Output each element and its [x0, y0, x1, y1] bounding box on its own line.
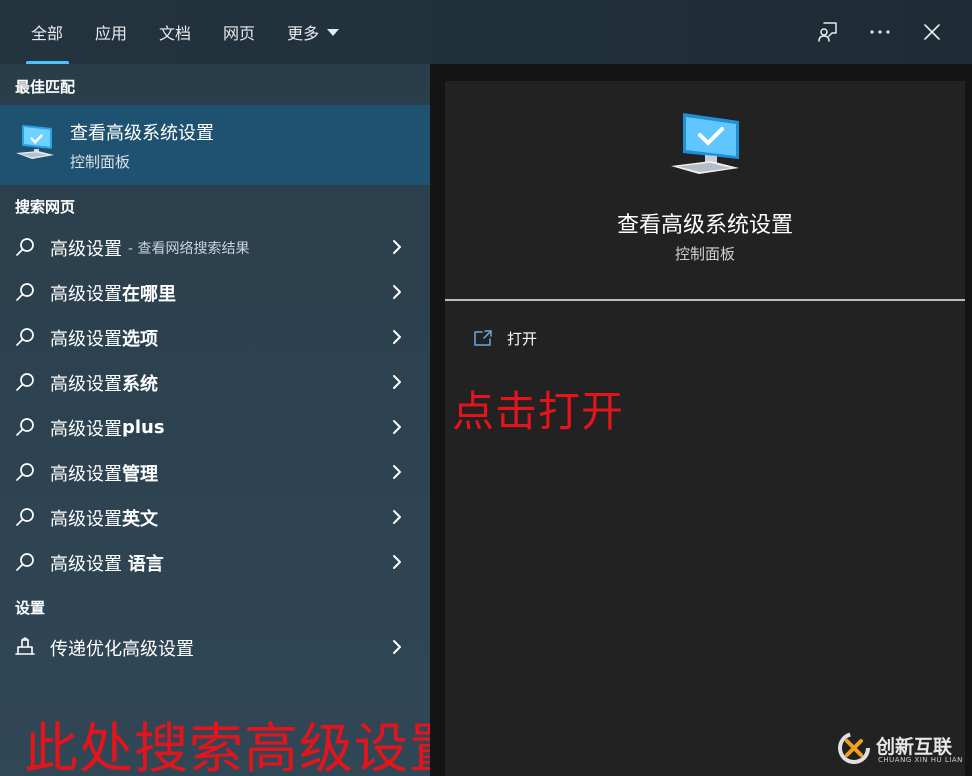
- chevron-right-icon: [393, 240, 401, 254]
- best-match-heading: 最佳匹配: [15, 78, 76, 96]
- feedback-button[interactable]: [802, 10, 854, 54]
- chevron-right-icon: [393, 375, 401, 389]
- control-panel-computer-icon: [14, 121, 56, 165]
- preview-title: 查看高级系统设置: [616, 213, 793, 238]
- result-suffix: 管理: [122, 463, 158, 485]
- web-result-row[interactable]: 高级设置 管理: [0, 450, 430, 495]
- web-search-heading: 搜索网页: [15, 198, 76, 216]
- tab-label: 文档: [159, 24, 192, 43]
- preview-actions: 打开: [445, 301, 965, 776]
- more-options-button[interactable]: [854, 10, 906, 54]
- ellipsis-icon: [870, 30, 890, 34]
- web-result-text: 高级设置 plus: [50, 405, 165, 450]
- result-query: 高级设置: [50, 238, 122, 260]
- watermark-text: 创新互联: [876, 736, 953, 758]
- tab-more[interactable]: 更多: [271, 0, 355, 64]
- result-query: 高级设置: [50, 373, 122, 395]
- search-icon: [16, 463, 34, 481]
- open-action[interactable]: 打开: [473, 323, 537, 353]
- web-result-text: 高级设置 英文: [50, 495, 158, 540]
- search-icon: [16, 238, 34, 256]
- chevron-right-icon: [393, 285, 401, 299]
- web-result-row[interactable]: 高级设置 - 查看网络搜索结果: [0, 225, 430, 270]
- search-icon: [16, 508, 34, 526]
- best-match-title: 查看高级系统设置: [70, 123, 214, 144]
- web-result-text: 高级设置 管理: [50, 450, 158, 495]
- tab-documents[interactable]: 文档: [143, 0, 207, 64]
- result-query: 高级设置: [50, 418, 122, 440]
- annotation-search-hint: 此处搜索高级设置: [24, 717, 464, 776]
- top-actions: [802, 0, 958, 64]
- close-icon: [924, 24, 940, 40]
- tab-all[interactable]: 全部: [16, 0, 79, 64]
- settings-result-text: 传递优化高级设置: [50, 638, 194, 660]
- web-result-row[interactable]: 高级设置 语言: [0, 540, 430, 585]
- result-suffix: 英文: [122, 508, 158, 530]
- search-icon: [16, 328, 34, 346]
- web-result-row[interactable]: 高级设置 系统: [0, 360, 430, 405]
- chevron-right-icon: [393, 420, 401, 434]
- result-suffix: 选项: [122, 328, 158, 350]
- chevron-right-icon: [393, 555, 401, 569]
- chevron-right-icon: [393, 330, 401, 344]
- result-suffix: 语言: [127, 553, 164, 575]
- web-result-text: 高级设置 在哪里: [50, 270, 176, 315]
- web-result-row[interactable]: 高级设置 plus: [0, 405, 430, 450]
- watermark-logo: 创新互联 CHUANG XIN HU LIAN: [836, 726, 966, 770]
- watermark-mark-icon: [838, 732, 870, 764]
- result-query: 高级设置: [50, 328, 122, 350]
- web-result-text: 高级设置 语言: [50, 540, 164, 585]
- result-suffix: 在哪里: [122, 283, 176, 305]
- result-query: 高级设置: [50, 508, 122, 530]
- search-icon: [16, 418, 34, 436]
- tab-label: 网页: [223, 24, 256, 43]
- chevron-right-icon: [393, 465, 401, 479]
- preview-header: 查看高级系统设置 控制面板: [445, 81, 965, 301]
- chevron-right-icon: [393, 510, 401, 524]
- close-button[interactable]: [906, 10, 958, 54]
- web-result-row[interactable]: 高级设置 英文: [0, 495, 430, 540]
- settings-heading: 设置: [15, 599, 46, 617]
- result-query: 高级设置: [50, 553, 128, 575]
- tab-web[interactable]: 网页: [207, 0, 271, 64]
- preview-subtitle: 控制面板: [674, 245, 735, 263]
- tab-label: 应用: [95, 24, 128, 43]
- annotation-click-open: 点击打开: [452, 387, 625, 436]
- tab-label: 全部: [31, 24, 64, 43]
- result-suffix: plus: [122, 417, 165, 438]
- web-result-text: 高级设置 选项: [50, 315, 158, 360]
- web-result-row[interactable]: 高级设置 选项: [0, 315, 430, 360]
- feedback-person-icon: [818, 22, 837, 42]
- top-bar: 全部 应用 文档 网页 更多: [0, 0, 972, 64]
- result-query: 高级设置: [50, 283, 122, 305]
- open-external-icon: [474, 330, 492, 346]
- caret-down-icon: [327, 28, 340, 36]
- control-panel-computer-icon: [669, 111, 743, 185]
- search-icon: [16, 283, 34, 301]
- tab-label: 更多: [287, 24, 320, 43]
- watermark-subtext: CHUANG XIN HU LIAN: [878, 756, 963, 764]
- search-window: 全部 应用 文档 网页 更多 最佳匹配 查看高级系统设置 控制面板 搜索网页 高…: [0, 0, 972, 776]
- web-result-text: 高级设置 - 查看网络搜索结果: [50, 225, 250, 270]
- result-suffix: 系统: [122, 373, 158, 395]
- result-hint: - 查看网络搜索结果: [128, 240, 250, 257]
- delivery-optimization-icon: [15, 637, 35, 655]
- tab-apps[interactable]: 应用: [79, 0, 143, 64]
- search-icon: [16, 553, 34, 571]
- web-result-text: 高级设置 系统: [50, 360, 158, 405]
- settings-result-row[interactable]: 传递优化高级设置: [0, 625, 430, 670]
- best-match-item[interactable]: 查看高级系统设置 控制面板: [0, 105, 430, 185]
- results-panel: 最佳匹配 查看高级系统设置 控制面板 搜索网页 高级设置 - 查看网络搜索结果: [0, 64, 463, 776]
- web-result-row[interactable]: 高级设置 在哪里: [0, 270, 430, 315]
- search-icon: [16, 373, 34, 391]
- best-match-subtitle: 控制面板: [70, 153, 131, 171]
- result-query: 高级设置: [50, 463, 122, 485]
- chevron-right-icon: [393, 640, 401, 654]
- open-label: 打开: [507, 329, 538, 348]
- filter-tabs: 全部 应用 文档 网页 更多: [16, 0, 355, 64]
